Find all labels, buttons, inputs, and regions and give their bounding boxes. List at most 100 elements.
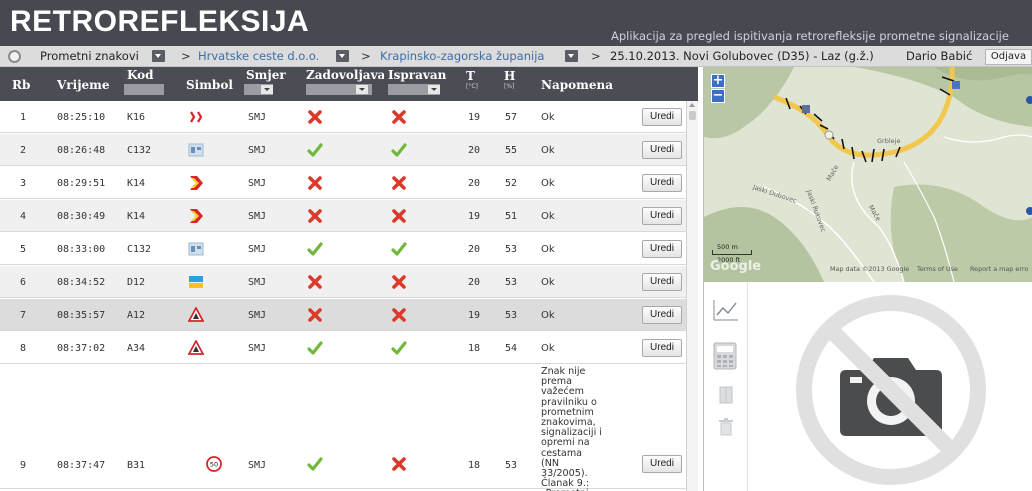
cross-icon: [392, 308, 406, 322]
warning-triangle-icon: [188, 307, 204, 322]
edit-button[interactable]: Uredi: [642, 273, 682, 291]
row-note: Ok: [541, 145, 555, 156]
breadcrumb: Prometni znakovi > Hrvatske ceste d.o.o.…: [0, 46, 1032, 67]
table-row[interactable]: 5 08:33:00 C132 SMJ 20 53 Ok Uredi: [0, 233, 686, 265]
info-sign-icon: [188, 143, 204, 157]
edit-button[interactable]: Uredi: [642, 306, 682, 324]
row-code: A12: [127, 310, 146, 321]
breadcrumb-separator: >: [361, 49, 371, 63]
map-panel[interactable]: + − Grbleje Jaski Dubovec Mače Jaski Ruk…: [703, 67, 1032, 282]
row-temperature: 18: [468, 460, 481, 471]
photo-panel: [747, 282, 1032, 491]
table-scrollbar[interactable]: [686, 101, 698, 491]
zadovoljava-filter-dropdown-icon[interactable]: [356, 85, 368, 94]
row-time: 08:26:48: [57, 145, 106, 156]
row-note: Ok: [541, 310, 555, 321]
edit-button[interactable]: Uredi: [642, 240, 682, 258]
edit-button[interactable]: Uredi: [642, 207, 682, 225]
row-number: 6: [20, 277, 27, 288]
row-note: Ok: [541, 178, 555, 189]
table-row[interactable]: 3 08:29:51 K14 SMJ 20 52 Ok Uredi: [0, 167, 686, 199]
trash-icon[interactable]: [719, 418, 733, 436]
breadcrumb-hrvatske-ceste[interactable]: Hrvatske ceste d.o.o.: [198, 46, 319, 66]
col-header-h-unit: [%]: [504, 83, 515, 90]
col-header-smjer: Smjer: [246, 68, 286, 82]
row-note: Ok: [541, 211, 555, 222]
row-temperature: 20: [468, 178, 481, 189]
row-direction: SMJ: [248, 178, 267, 189]
check-icon: [307, 143, 323, 157]
col-header-h: H [%]: [504, 69, 515, 91]
col-header-ispravan: Ispravan: [388, 68, 447, 82]
column-icon[interactable]: [719, 386, 733, 404]
map-canvas[interactable]: [704, 67, 1032, 282]
row-direction: SMJ: [248, 343, 267, 354]
ispravan-filter-dropdown-icon[interactable]: [428, 85, 440, 94]
cross-icon: [392, 110, 406, 124]
home-icon[interactable]: [8, 50, 21, 63]
col-header-t-label: T: [466, 69, 475, 83]
cross-icon: [308, 209, 322, 223]
row-humidity: 53: [505, 244, 518, 255]
row-number: 8: [20, 343, 27, 354]
breadcrumb-dropdown-icon[interactable]: [336, 50, 349, 62]
row-temperature: 18: [468, 343, 481, 354]
calculator-icon[interactable]: [713, 342, 737, 370]
edit-button[interactable]: Uredi: [642, 141, 682, 159]
edit-button[interactable]: Uredi: [642, 174, 682, 192]
row-time: 08:37:47: [57, 460, 106, 471]
breadcrumb-separator: >: [181, 49, 191, 63]
breadcrumb-separator: >: [591, 49, 601, 63]
col-header-t: T [°C]: [466, 69, 478, 91]
row-note: Ok: [541, 244, 555, 255]
google-logo: Google: [710, 259, 762, 274]
warning-triangle-icon: [188, 340, 204, 355]
chart-line-icon[interactable]: [712, 298, 740, 322]
row-code: K14: [127, 178, 146, 189]
col-header-napomena: Napomena: [541, 78, 613, 92]
row-temperature: 20: [468, 244, 481, 255]
logout-button[interactable]: Odjava: [985, 49, 1032, 65]
cross-icon: [392, 457, 406, 471]
row-humidity: 55: [505, 145, 518, 156]
table-row[interactable]: 7 08:35:57 A12 SMJ 19 53 Ok Uredi: [0, 299, 686, 331]
table-row[interactable]: 2 08:26:48 C132 SMJ 20 55 Ok Uredi: [0, 134, 686, 166]
edit-button[interactable]: Uredi: [642, 108, 682, 126]
map-scale-bar: [712, 250, 752, 255]
cross-icon: [308, 176, 322, 190]
row-number: 5: [20, 244, 27, 255]
breadcrumb-krapinsko-zagorska[interactable]: Krapinsko-zagorska županija: [380, 46, 544, 66]
chevron-yellow-red-icon: [190, 209, 203, 223]
row-note: Znak nije prema važećem pravilniku o pro…: [541, 366, 602, 491]
breadcrumb-dropdown-icon[interactable]: [565, 50, 578, 62]
table-row[interactable]: 1 08:25:10 K16 SMJ 19 57 Ok Uredi: [0, 101, 686, 133]
map-zoom-out-button[interactable]: −: [711, 89, 725, 103]
smjer-filter-dropdown-icon[interactable]: [261, 85, 273, 94]
scroll-up-icon[interactable]: [689, 103, 695, 107]
table-row[interactable]: 9 08:37:47 B31 SMJ 18 53 50 Znak nije prema važ…: [0, 365, 686, 491]
row-code: K14: [127, 211, 146, 222]
table-row[interactable]: 6 08:34:52 D12 SMJ 20 53 Ok Uredi: [0, 266, 686, 298]
edit-button[interactable]: Uredi: [642, 455, 682, 473]
check-icon: [307, 242, 323, 256]
col-header-rb: Rb: [12, 78, 31, 92]
chevron-yellow-red-icon: [190, 176, 203, 190]
row-number: 7: [20, 310, 27, 321]
current-user-name: Dario Babić: [906, 49, 973, 63]
row-number: 2: [20, 145, 27, 156]
edit-button[interactable]: Uredi: [642, 339, 682, 357]
table-row[interactable]: 4 08:30:49 K14 SMJ 19 51 Ok Uredi: [0, 200, 686, 232]
map-report-link[interactable]: Report a map erro: [970, 265, 1028, 273]
row-number: 3: [20, 178, 27, 189]
table-row[interactable]: 8 08:37:02 A34 SMJ 18 54 Ok Uredi: [0, 332, 686, 364]
breadcrumb-dropdown-icon[interactable]: [152, 50, 165, 62]
map-terms-link[interactable]: Terms of Use: [917, 265, 958, 273]
breadcrumb-prometni-znakovi[interactable]: Prometni znakovi: [40, 46, 139, 66]
breadcrumb-test-session[interactable]: 25.10.2013. Novi Golubovec (D35) - Laz (…: [610, 46, 874, 66]
scrollbar-thumb[interactable]: [689, 111, 696, 120]
row-direction: SMJ: [248, 145, 267, 156]
map-zoom-in-button[interactable]: +: [711, 74, 725, 88]
row-humidity: 53: [505, 277, 518, 288]
kod-filter-input[interactable]: [124, 84, 164, 95]
row-humidity: 54: [505, 343, 518, 354]
